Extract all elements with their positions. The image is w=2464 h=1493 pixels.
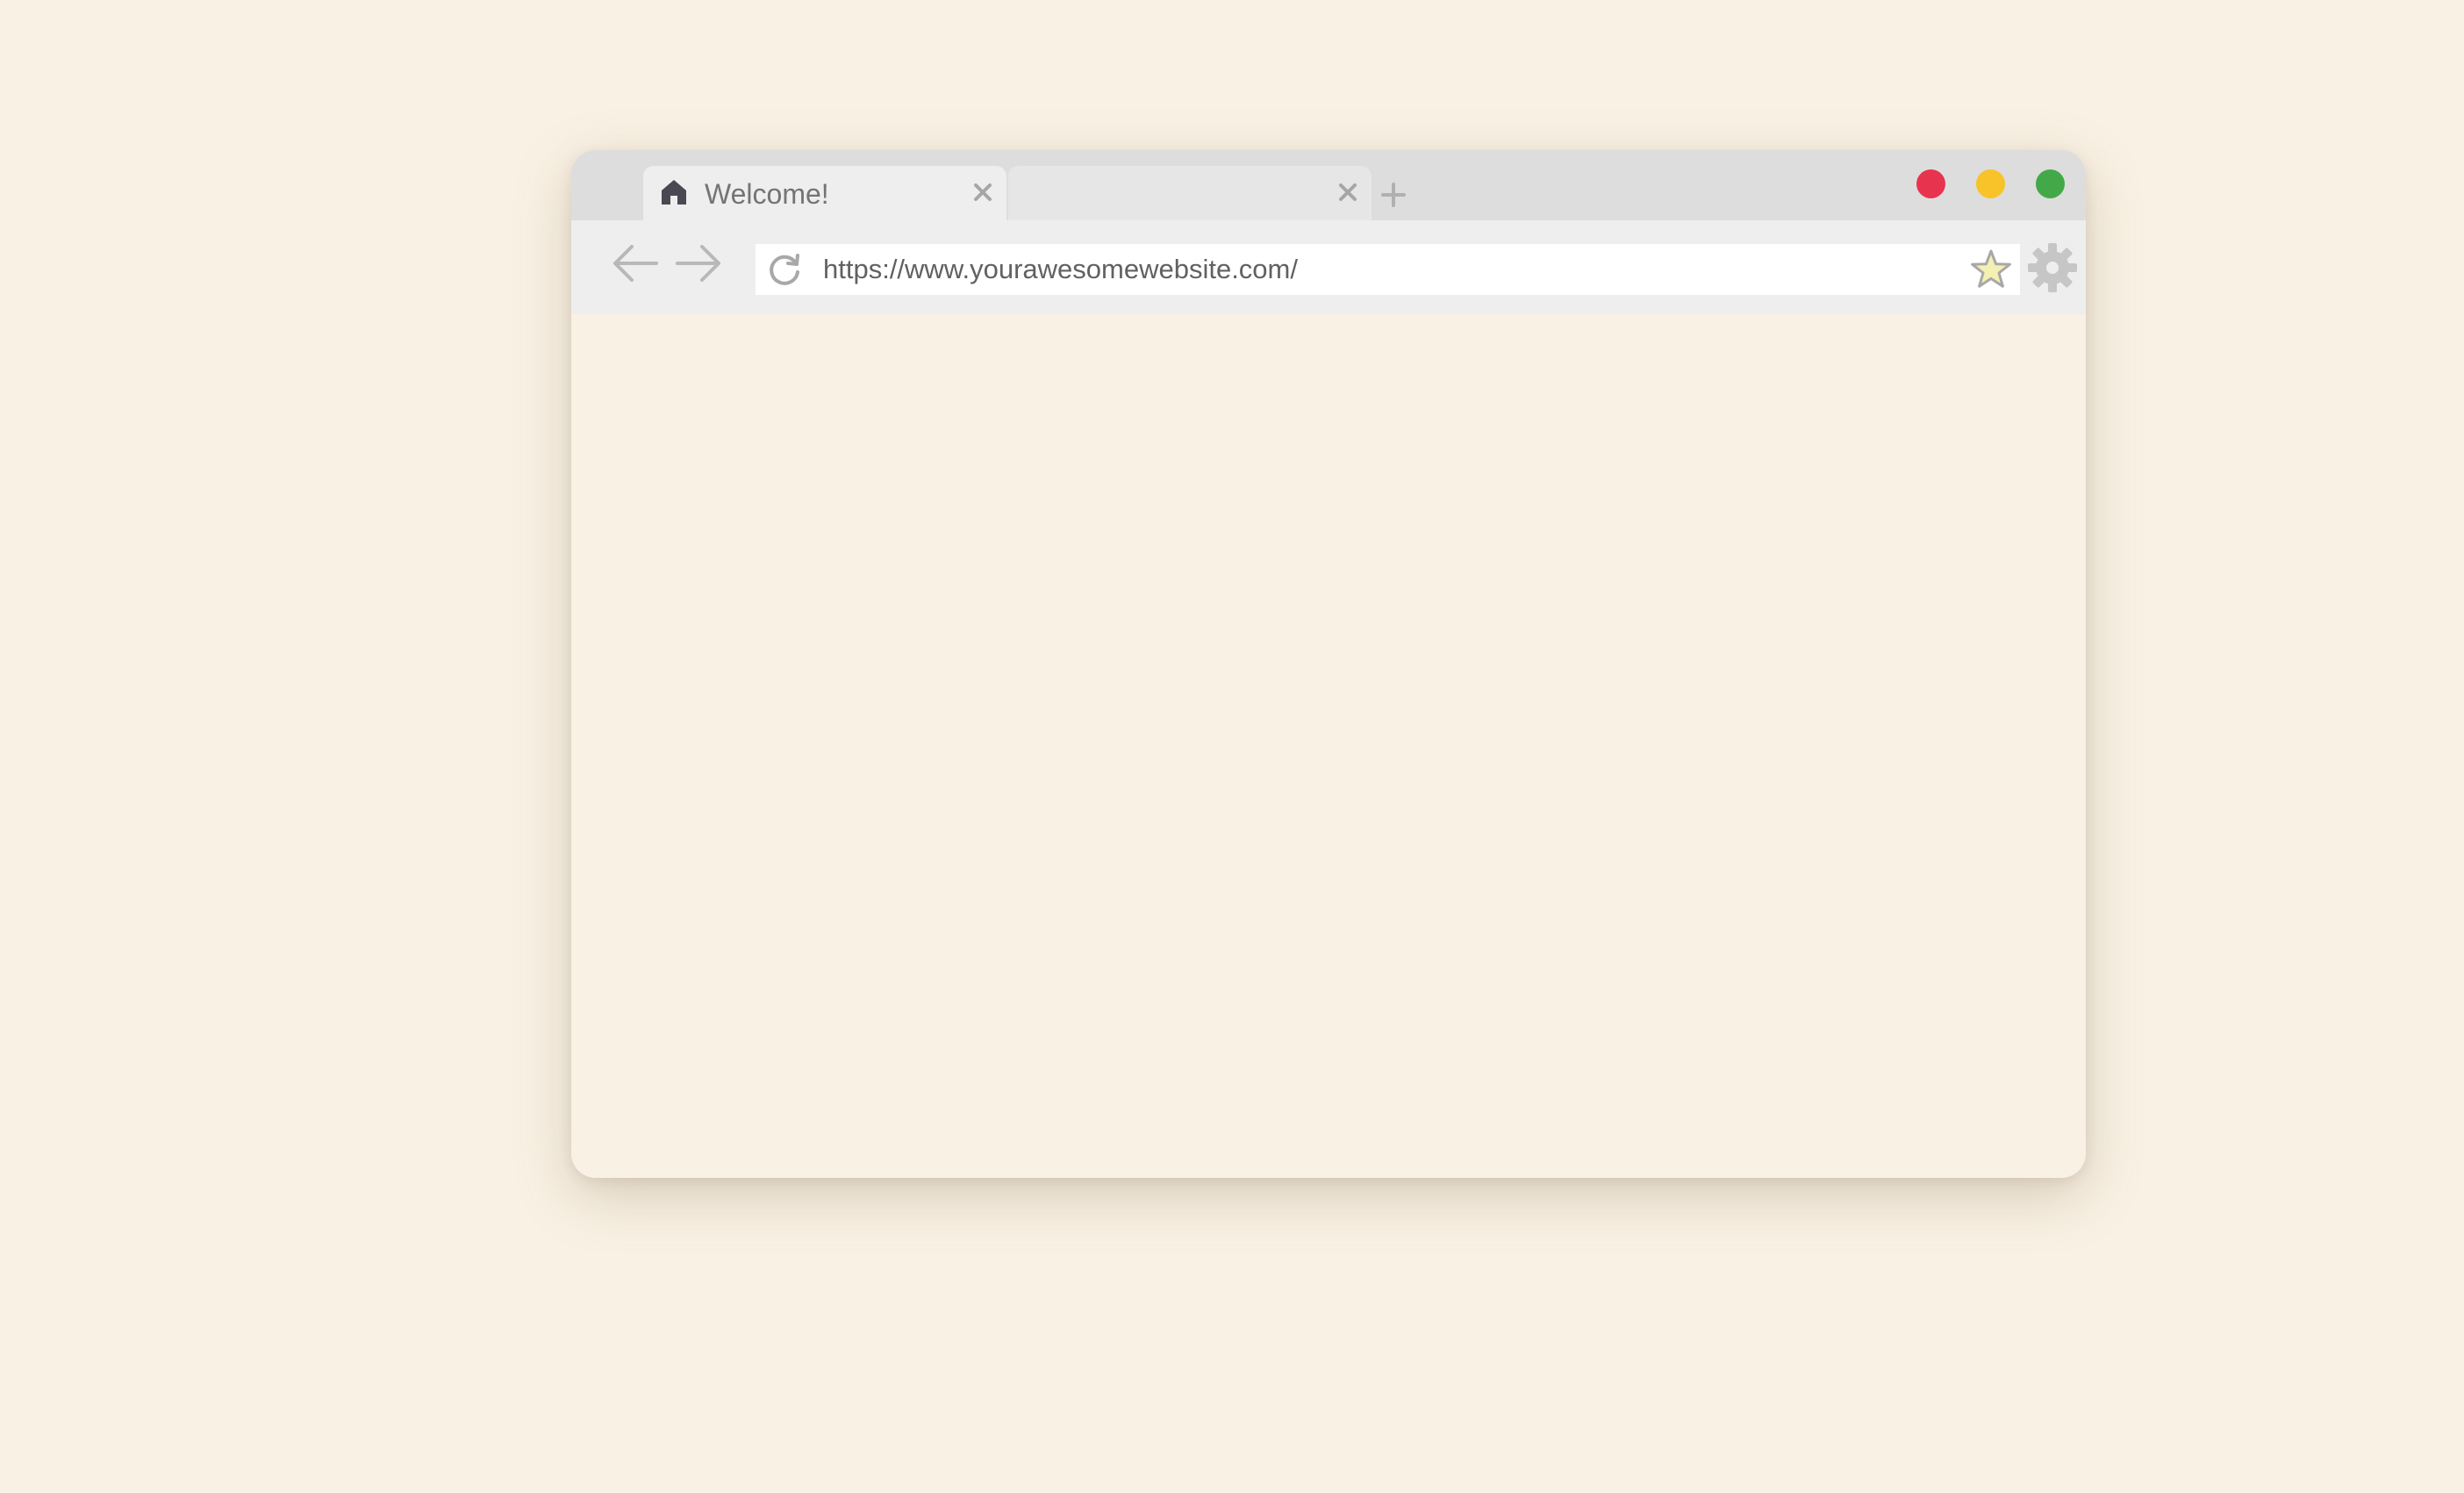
bookmark-star-icon[interactable] [1969,248,2013,291]
tab-close-icon[interactable] [971,181,994,204]
page-content [571,314,2086,1178]
window-minimize-button[interactable] [1976,169,2005,198]
address-bar[interactable]: https://www.yourawesomewebsite.com/ [756,244,2020,295]
tab-title: Welcome! [705,178,829,210]
toolbar: https://www.yourawesomewebsite.com/ [571,220,2086,314]
home-icon [659,177,689,207]
window-close-button[interactable] [1916,169,1945,198]
back-arrow-icon[interactable] [611,241,660,285]
window-maximize-button[interactable] [2036,169,2065,198]
url-text[interactable]: https://www.yourawesomewebsite.com/ [823,254,1298,285]
gear-icon[interactable] [2027,242,2078,293]
browser-window: Welcome! https://www.yourawesomewebsite.… [571,150,2086,1178]
tab-blank[interactable] [1008,166,1372,220]
new-tab-plus-icon[interactable] [1379,180,1408,210]
tab-welcome[interactable]: Welcome! [643,166,1006,220]
tab-close-icon[interactable] [1336,181,1359,204]
tab-bar: Welcome! [571,150,2086,220]
forward-arrow-icon[interactable] [674,241,723,285]
reload-icon[interactable] [767,253,802,288]
window-controls [1916,169,2065,198]
